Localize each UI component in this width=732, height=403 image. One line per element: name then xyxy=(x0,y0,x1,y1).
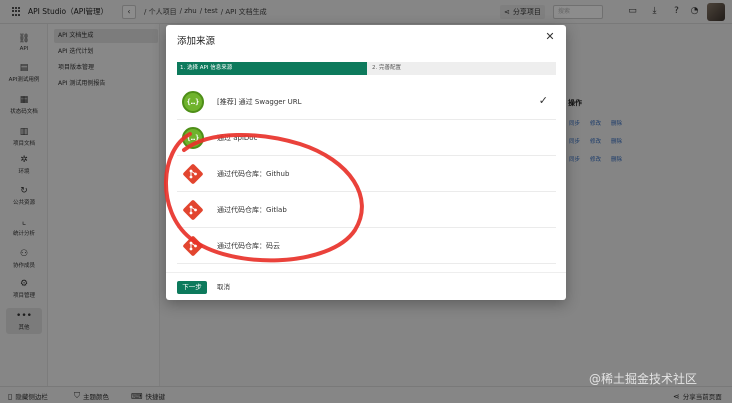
source-option-github[interactable]: 通过代码仓库：Github xyxy=(177,156,556,192)
source-option-gitee[interactable]: 通过代码仓库：码云 xyxy=(177,228,556,264)
git-icon xyxy=(182,235,204,257)
dialog-title: 添加来源 xyxy=(177,36,216,47)
step-indicator: 1. 选择 API 信息来源 2. 完善配置 xyxy=(177,62,556,75)
source-option-label: 通过 apiDoc xyxy=(217,134,258,142)
add-source-dialog: 添加来源 ✕ 1. 选择 API 信息来源 2. 完善配置 {…} [推荐] 通… xyxy=(166,25,566,300)
cancel-button[interactable]: 取消 xyxy=(217,281,230,294)
checkmark-icon: ✓ xyxy=(538,94,548,107)
dialog-footer-divider xyxy=(166,272,566,273)
source-option-label: 通过代码仓库：Github xyxy=(217,170,290,178)
git-icon xyxy=(182,163,204,185)
step-1: 1. 选择 API 信息来源 xyxy=(177,62,367,75)
close-icon[interactable]: ✕ xyxy=(544,31,556,43)
next-step-button[interactable]: 下一步 xyxy=(177,281,207,294)
source-option-swagger[interactable]: {…} [推荐] 通过 Swagger URL ✓ xyxy=(177,84,556,120)
swagger-icon: {…} xyxy=(182,127,204,149)
source-option-label: 通过代码仓库：码云 xyxy=(217,242,280,250)
source-option-label: [推荐] 通过 Swagger URL xyxy=(217,98,302,106)
source-option-gitlab[interactable]: 通过代码仓库：Gitlab xyxy=(177,192,556,228)
step-2: 2. 完善配置 xyxy=(367,62,556,75)
swagger-icon: {…} xyxy=(182,91,204,113)
git-icon xyxy=(182,199,204,221)
source-option-apidoc[interactable]: {…} 通过 apiDoc xyxy=(177,120,556,156)
watermark-text: @稀土掘金技术社区 xyxy=(589,372,698,386)
source-option-label: 通过代码仓库：Gitlab xyxy=(217,206,287,214)
